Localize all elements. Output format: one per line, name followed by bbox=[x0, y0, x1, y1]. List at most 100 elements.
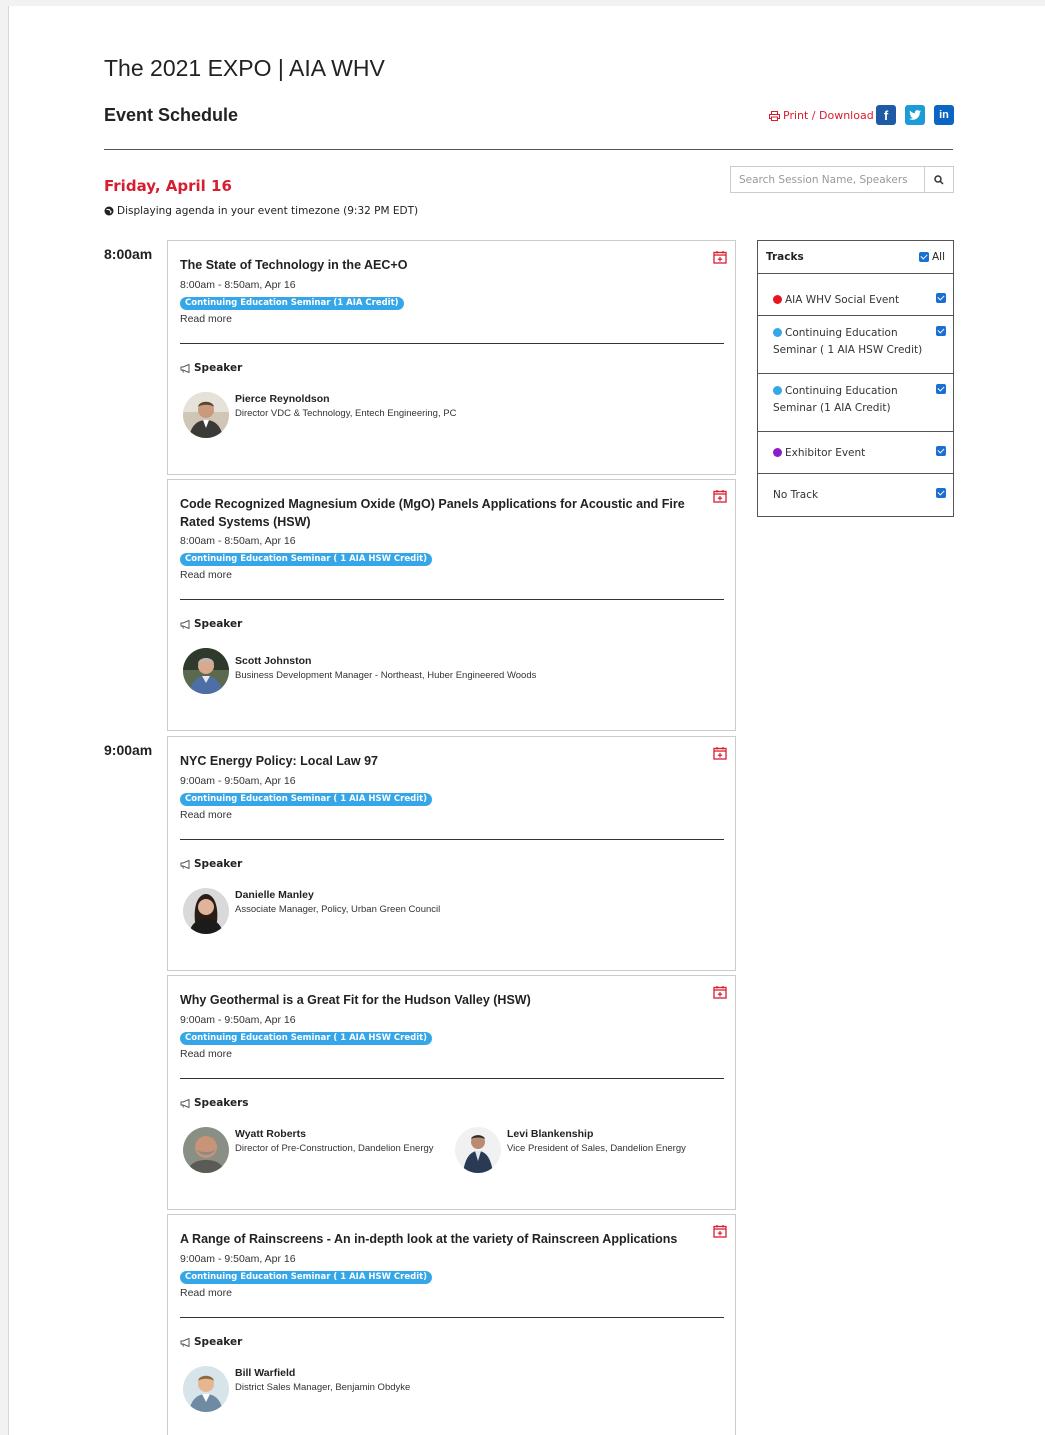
header-divider bbox=[104, 149, 953, 150]
track-checkbox[interactable] bbox=[936, 293, 946, 303]
session-time: 9:00am - 9:50am, Apr 16 bbox=[180, 775, 296, 787]
tracks-all-toggle[interactable]: All bbox=[918, 251, 945, 263]
print-download-link[interactable]: Print / Download bbox=[769, 109, 874, 122]
avatar[interactable] bbox=[455, 1127, 501, 1173]
add-to-calendar-icon[interactable] bbox=[713, 985, 727, 999]
timezone-note: Displaying agenda in your event timezone… bbox=[104, 205, 418, 217]
track-color-dot bbox=[773, 386, 782, 395]
avatar[interactable] bbox=[183, 1366, 229, 1412]
speaker-name[interactable]: Wyatt Roberts bbox=[235, 1128, 306, 1140]
speaker-role: Director of Pre-Construction, Dandelion … bbox=[235, 1143, 434, 1154]
speaker-role: Business Development Manager - Northeast… bbox=[235, 670, 537, 681]
speaker-heading: Speaker bbox=[180, 362, 242, 374]
track-row-no-track[interactable]: No Track bbox=[758, 474, 953, 516]
session-time: 9:00am - 9:50am, Apr 16 bbox=[180, 1014, 296, 1026]
add-to-calendar-icon[interactable] bbox=[713, 489, 727, 503]
day-heading: Friday, April 16 bbox=[104, 177, 232, 195]
read-more-link[interactable]: Read more bbox=[180, 1287, 232, 1299]
track-badge: Continuing Education Seminar ( 1 AIA HSW… bbox=[180, 553, 433, 566]
linkedin-icon[interactable]: in bbox=[934, 105, 954, 125]
session-title[interactable]: A Range of Rainscreens - An in-depth loo… bbox=[180, 1230, 702, 1248]
avatar[interactable] bbox=[183, 888, 229, 934]
session-search bbox=[730, 166, 954, 193]
avatar[interactable] bbox=[183, 1127, 229, 1173]
track-row-social[interactable]: AIA WHV Social Event bbox=[758, 274, 953, 316]
globe-icon bbox=[104, 206, 114, 216]
time-slot-label: 8:00am bbox=[104, 246, 153, 262]
speaker-name[interactable]: Pierce Reynoldson bbox=[235, 393, 330, 405]
search-button[interactable] bbox=[924, 167, 953, 192]
speaker-name[interactable]: Danielle Manley bbox=[235, 889, 314, 901]
session-card[interactable]: Why Geothermal is a Great Fit for the Hu… bbox=[167, 975, 736, 1210]
megaphone-icon bbox=[180, 363, 190, 373]
session-time: 9:00am - 9:50am, Apr 16 bbox=[180, 1253, 296, 1265]
speaker-role: Director VDC & Technology, Entech Engine… bbox=[235, 408, 457, 419]
speaker-role: Vice President of Sales, Dandelion Energ… bbox=[507, 1143, 686, 1154]
track-color-dot bbox=[773, 328, 782, 337]
track-badge: Continuing Education Seminar ( 1 AIA HSW… bbox=[180, 1271, 433, 1284]
tracks-heading: Tracks bbox=[766, 251, 804, 263]
speaker-heading: Speaker bbox=[180, 618, 242, 630]
session-time: 8:00am - 8:50am, Apr 16 bbox=[180, 535, 296, 547]
site-title: The 2021 EXPO | AIA WHV bbox=[104, 55, 385, 81]
megaphone-icon bbox=[180, 859, 190, 869]
megaphone-icon bbox=[180, 619, 190, 629]
track-color-dot bbox=[773, 448, 782, 457]
tracks-header: Tracks All bbox=[758, 241, 953, 274]
speaker-name[interactable]: Bill Warfield bbox=[235, 1367, 295, 1379]
speaker-name[interactable]: Scott Johnston bbox=[235, 655, 311, 667]
session-title[interactable]: Why Geothermal is a Great Fit for the Hu… bbox=[180, 991, 702, 1009]
speaker-role: District Sales Manager, Benjamin Obdyke bbox=[235, 1382, 411, 1393]
session-title[interactable]: NYC Energy Policy: Local Law 97 bbox=[180, 752, 702, 770]
speaker-heading: Speakers bbox=[180, 1097, 249, 1109]
speaker-role: Associate Manager, Policy, Urban Green C… bbox=[235, 904, 441, 915]
track-color-dot bbox=[773, 295, 782, 304]
card-divider bbox=[180, 1078, 724, 1079]
avatar[interactable] bbox=[183, 392, 229, 438]
page: The 2021 EXPO | AIA WHV Event Schedule P… bbox=[8, 6, 1045, 1435]
twitter-icon[interactable] bbox=[905, 105, 925, 125]
add-to-calendar-icon[interactable] bbox=[713, 250, 727, 264]
track-row-exhibitor[interactable]: Exhibitor Event bbox=[758, 432, 953, 474]
megaphone-icon bbox=[180, 1337, 190, 1347]
search-input[interactable] bbox=[731, 167, 924, 192]
track-checkbox[interactable] bbox=[936, 326, 946, 336]
read-more-link[interactable]: Read more bbox=[180, 313, 232, 325]
avatar[interactable] bbox=[183, 648, 229, 694]
tracks-filter: Tracks All AIA WHV Social Event Continui… bbox=[757, 240, 954, 517]
card-divider bbox=[180, 839, 724, 840]
track-badge: Continuing Education Seminar ( 1 AIA HSW… bbox=[180, 793, 433, 806]
speaker-name[interactable]: Levi Blankenship bbox=[507, 1128, 593, 1140]
speaker-heading: Speaker bbox=[180, 858, 242, 870]
timezone-text: Displaying agenda in your event timezone… bbox=[117, 205, 419, 217]
session-time: 8:00am - 8:50am, Apr 16 bbox=[180, 279, 296, 291]
speaker-heading: Speaker bbox=[180, 1336, 242, 1348]
facebook-icon[interactable]: f bbox=[876, 105, 896, 125]
read-more-link[interactable]: Read more bbox=[180, 1048, 232, 1060]
session-card[interactable]: NYC Energy Policy: Local Law 97 9:00am -… bbox=[167, 736, 736, 971]
print-download-label: Print / Download bbox=[783, 109, 874, 122]
track-badge: Continuing Education Seminar ( 1 AIA HSW… bbox=[180, 1032, 433, 1045]
time-slot-label: 9:00am bbox=[104, 742, 153, 758]
search-icon bbox=[934, 174, 944, 185]
track-checkbox[interactable] bbox=[936, 488, 946, 498]
add-to-calendar-icon[interactable] bbox=[713, 746, 727, 760]
read-more-link[interactable]: Read more bbox=[180, 569, 232, 581]
add-to-calendar-icon[interactable] bbox=[713, 1224, 727, 1238]
session-card[interactable]: A Range of Rainscreens - An in-depth loo… bbox=[167, 1214, 736, 1435]
track-row-aia-credit[interactable]: Continuing Education Seminar (1 AIA Cred… bbox=[758, 374, 953, 432]
card-divider bbox=[180, 1317, 724, 1318]
card-divider bbox=[180, 343, 724, 344]
track-row-hsw-credit[interactable]: Continuing Education Seminar ( 1 AIA HSW… bbox=[758, 316, 953, 374]
megaphone-icon bbox=[180, 1098, 190, 1108]
track-checkbox[interactable] bbox=[936, 384, 946, 394]
read-more-link[interactable]: Read more bbox=[180, 809, 232, 821]
checkbox-all[interactable] bbox=[918, 252, 929, 262]
track-badge: Continuing Education Seminar (1 AIA Cred… bbox=[180, 297, 404, 310]
track-checkbox[interactable] bbox=[936, 446, 946, 456]
session-title[interactable]: The State of Technology in the AEC+O bbox=[180, 256, 702, 274]
session-card[interactable]: The State of Technology in the AEC+O 8:0… bbox=[167, 240, 736, 475]
session-card[interactable]: Code Recognized Magnesium Oxide (MgO) Pa… bbox=[167, 479, 736, 731]
session-title[interactable]: Code Recognized Magnesium Oxide (MgO) Pa… bbox=[180, 495, 702, 531]
card-divider bbox=[180, 599, 724, 600]
